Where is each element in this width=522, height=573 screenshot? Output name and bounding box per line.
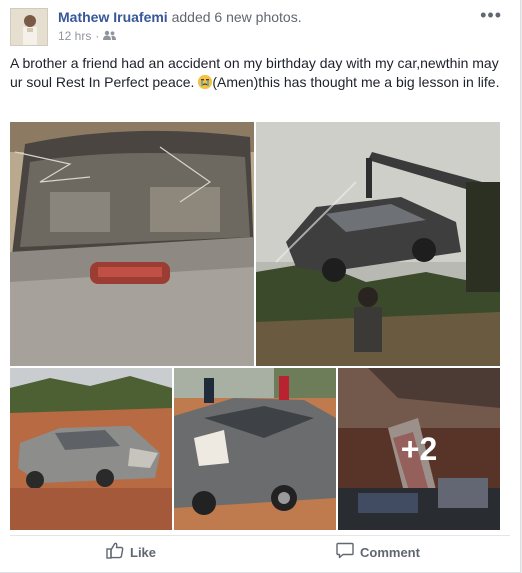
comment-button[interactable]: Comment	[336, 542, 420, 562]
avatar[interactable]	[10, 8, 48, 46]
photo-5[interactable]: +2	[338, 368, 500, 530]
separator-dot: ·	[95, 29, 100, 43]
post-meta: 12 hrs ·	[58, 28, 117, 44]
post-card: Mathew Iruafemi added 6 new photos. 12 h…	[0, 0, 521, 573]
photo-2[interactable]	[256, 122, 500, 366]
like-button[interactable]: Like	[106, 542, 156, 562]
comment-label: Comment	[360, 544, 420, 560]
timestamp[interactable]: 12 hrs	[58, 28, 91, 44]
photo-3[interactable]	[10, 368, 172, 530]
author-name[interactable]: Mathew Iruafemi	[58, 9, 168, 25]
post-text: A brother a friend had an accident on my…	[10, 54, 502, 92]
post-header: Mathew Iruafemi added 6 new photos.	[58, 8, 302, 26]
post-text-part-2: (Amen)this has thought me a big lesson i…	[212, 74, 500, 90]
crying-face-icon	[198, 75, 213, 89]
photo-1[interactable]	[10, 122, 254, 366]
like-label: Like	[130, 544, 157, 560]
ellipsis-icon[interactable]: •••	[480, 5, 502, 26]
thumbs-up-icon	[106, 542, 124, 562]
speech-bubble-icon	[336, 542, 354, 562]
photo-4[interactable]	[174, 368, 336, 530]
more-photos-count: +2	[400, 430, 438, 467]
more-photos-overlay[interactable]: +2	[338, 368, 500, 530]
post-actions-bar: Like Comment	[10, 535, 510, 568]
friends-icon[interactable]	[103, 28, 117, 44]
post-action-text: added 6 new photos.	[171, 9, 302, 25]
